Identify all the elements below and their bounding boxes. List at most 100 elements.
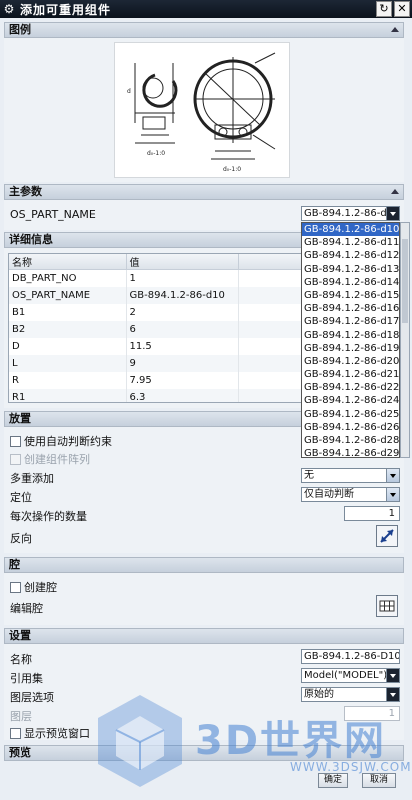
table-header-row: 名称 值 xyxy=(9,254,301,270)
section-legend-header[interactable]: 图例 xyxy=(4,22,404,38)
param-name-cell[interactable]: R xyxy=(9,371,127,389)
dropdown-option[interactable]: GB-894.1.2-86-d18 xyxy=(302,329,399,342)
dropdown-option[interactable]: GB-894.1.2-86-d21 xyxy=(302,368,399,381)
os-part-name-label: OS_PART_NAME xyxy=(10,208,96,221)
chevron-down-icon[interactable] xyxy=(386,469,399,482)
position-select[interactable]: 仅自动判断 xyxy=(301,487,400,502)
dropdown-option[interactable]: GB-894.1.2-86-d24 xyxy=(302,394,399,407)
dropdown-option[interactable]: GB-894.1.2-86-d16 xyxy=(302,302,399,315)
chevron-down-icon[interactable] xyxy=(386,669,399,682)
table-row[interactable]: D 11.5 xyxy=(9,337,301,355)
column-header-name[interactable]: 名称 xyxy=(9,254,127,270)
dropdown-option[interactable]: GB-894.1.2-86-d15 xyxy=(302,289,399,302)
param-name-cell[interactable]: D xyxy=(9,337,127,355)
legend-panel: d d₀-1:0 d₀-1:0 xyxy=(4,38,404,182)
param-name-cell[interactable]: OS_PART_NAME xyxy=(9,286,127,304)
table-row[interactable]: B1 2 xyxy=(9,303,301,321)
dropdown-scrollbar[interactable] xyxy=(400,222,410,458)
dropdown-option[interactable]: GB-894.1.2-86-d12 xyxy=(302,249,399,262)
empty-cell xyxy=(238,303,301,321)
dropdown-option[interactable]: GB-894.1.2-86-d13 xyxy=(302,263,399,276)
param-value-cell[interactable]: 9 xyxy=(126,354,239,372)
edit-cavity-button[interactable] xyxy=(376,595,398,617)
reverse-label: 反向 xyxy=(10,532,32,545)
section-details-label: 详细信息 xyxy=(9,233,53,246)
chevron-down-icon[interactable] xyxy=(386,488,399,501)
param-name-cell[interactable]: B2 xyxy=(9,320,127,338)
dropdown-option[interactable]: GB-894.1.2-86-d11 xyxy=(302,236,399,249)
param-value-cell[interactable]: 2 xyxy=(126,303,239,321)
show-preview-label: 显示预览窗口 xyxy=(24,727,90,740)
empty-cell xyxy=(238,286,301,304)
multi-add-select[interactable]: 无 xyxy=(301,468,400,483)
os-part-name-dropdown-list[interactable]: GB-894.1.2-86-d10 GB-894.1.2-86-d11 GB-894… xyxy=(301,222,400,458)
section-settings-label: 设置 xyxy=(9,629,31,642)
dropdown-option[interactable]: GB-894.1.2-86-d26 xyxy=(302,421,399,434)
empty-cell xyxy=(238,337,301,355)
show-preview-checkbox[interactable]: 显示预览窗口 xyxy=(10,725,90,741)
empty-cell xyxy=(238,269,301,287)
empty-cell xyxy=(238,354,301,372)
param-value-cell[interactable]: 11.5 xyxy=(126,337,239,355)
section-main-params-label: 主参数 xyxy=(9,185,42,198)
param-value-cell[interactable]: 6.3 xyxy=(126,388,239,402)
reverse-direction-button[interactable] xyxy=(376,525,398,547)
param-name-cell[interactable]: L xyxy=(9,354,127,372)
dropdown-option[interactable]: GB-894.1.2-86-d10 xyxy=(302,223,399,237)
os-part-name-value: GB-894.1.2-86-d1 xyxy=(304,208,394,219)
name-input[interactable]: GB-894.1.2-86-D10 xyxy=(301,649,400,664)
svg-text:d: d xyxy=(127,88,131,95)
param-name-cell[interactable]: R1 xyxy=(9,388,127,402)
table-row[interactable]: L9 xyxy=(9,354,301,372)
scrollbar-thumb[interactable] xyxy=(402,239,408,323)
column-header-value[interactable]: 值 xyxy=(126,254,239,270)
count-input[interactable]: 1 xyxy=(344,506,400,521)
auto-constraint-checkbox[interactable]: 使用自动判断约束 xyxy=(10,433,112,449)
dropdown-option[interactable]: GB-894.1.2-86-d22 xyxy=(302,381,399,394)
param-value-cell[interactable]: 1 xyxy=(126,269,239,287)
parameters-table[interactable]: 名称 值 DB_PART_NO 1 OS_PART_NAME GB-894.1.2-8… xyxy=(8,253,302,403)
section-settings-header[interactable]: 设置 xyxy=(4,628,404,644)
section-cavity-label: 腔 xyxy=(9,558,20,571)
table-row[interactable]: B2 6 xyxy=(9,320,301,338)
dropdown-option[interactable]: GB-894.1.2-86-d28 xyxy=(302,434,399,447)
create-array-checkbox[interactable]: 创建组件阵列 xyxy=(10,451,90,467)
param-name-cell[interactable]: DB_PART_NO xyxy=(9,269,127,287)
dropdown-option[interactable]: GB-894.1.2-86-d20 xyxy=(302,355,399,368)
count-label: 每次操作的数量 xyxy=(10,510,87,523)
close-button[interactable]: ✕ xyxy=(394,1,410,17)
collapse-arrow-icon xyxy=(391,27,399,32)
table-row[interactable]: OS_PART_NAME GB-894.1.2-86-d10 xyxy=(9,286,301,304)
section-cavity-header[interactable]: 腔 xyxy=(4,557,404,573)
table-row[interactable]: DB_PART_NO 1 xyxy=(9,269,301,287)
gear-icon[interactable]: ⚙ xyxy=(2,2,16,16)
param-name-cell[interactable]: B1 xyxy=(9,303,127,321)
circlip-drawing-image: d d₀-1:0 d₀-1:0 xyxy=(127,52,276,173)
cancel-button[interactable]: 取消 xyxy=(362,773,396,788)
grid-icon xyxy=(379,600,395,612)
os-part-name-select[interactable]: GB-894.1.2-86-d1 xyxy=(301,206,400,221)
param-value-cell[interactable]: 7.95 xyxy=(126,371,239,389)
dropdown-option[interactable]: GB-894.1.2-86-d17 xyxy=(302,315,399,328)
section-main-params-header[interactable]: 主参数 xyxy=(4,184,404,200)
dropdown-option[interactable]: GB-894.1.2-86-d25 xyxy=(302,408,399,421)
table-row[interactable]: R 7.95 xyxy=(9,371,301,389)
checkbox-box[interactable] xyxy=(10,435,21,447)
cavity-panel xyxy=(4,573,404,625)
dialog-title: 添加可重用组件 xyxy=(20,2,112,17)
chevron-down-icon[interactable] xyxy=(386,207,399,220)
table-row[interactable]: R1 6.3 xyxy=(9,388,301,402)
checkbox-box[interactable] xyxy=(10,453,21,465)
dropdown-option[interactable]: GB-894.1.2-86-d19 xyxy=(302,342,399,355)
reset-button[interactable]: ↻ xyxy=(376,1,392,17)
layer-option-label: 图层选项 xyxy=(10,691,54,704)
checkbox-box[interactable] xyxy=(10,581,21,593)
create-cavity-checkbox[interactable]: 创建腔 xyxy=(10,579,57,595)
reference-set-select[interactable]: Model("MODEL") xyxy=(301,668,400,683)
param-value-cell[interactable]: 6 xyxy=(126,320,239,338)
dropdown-option[interactable]: GB-894.1.2-86-d14 xyxy=(302,276,399,289)
dropdown-option[interactable]: GB-894.1.2-86-d29 xyxy=(302,447,399,457)
empty-cell xyxy=(238,320,301,338)
param-value-cell[interactable]: GB-894.1.2-86-d10 xyxy=(126,286,239,304)
checkbox-box[interactable] xyxy=(10,727,21,739)
